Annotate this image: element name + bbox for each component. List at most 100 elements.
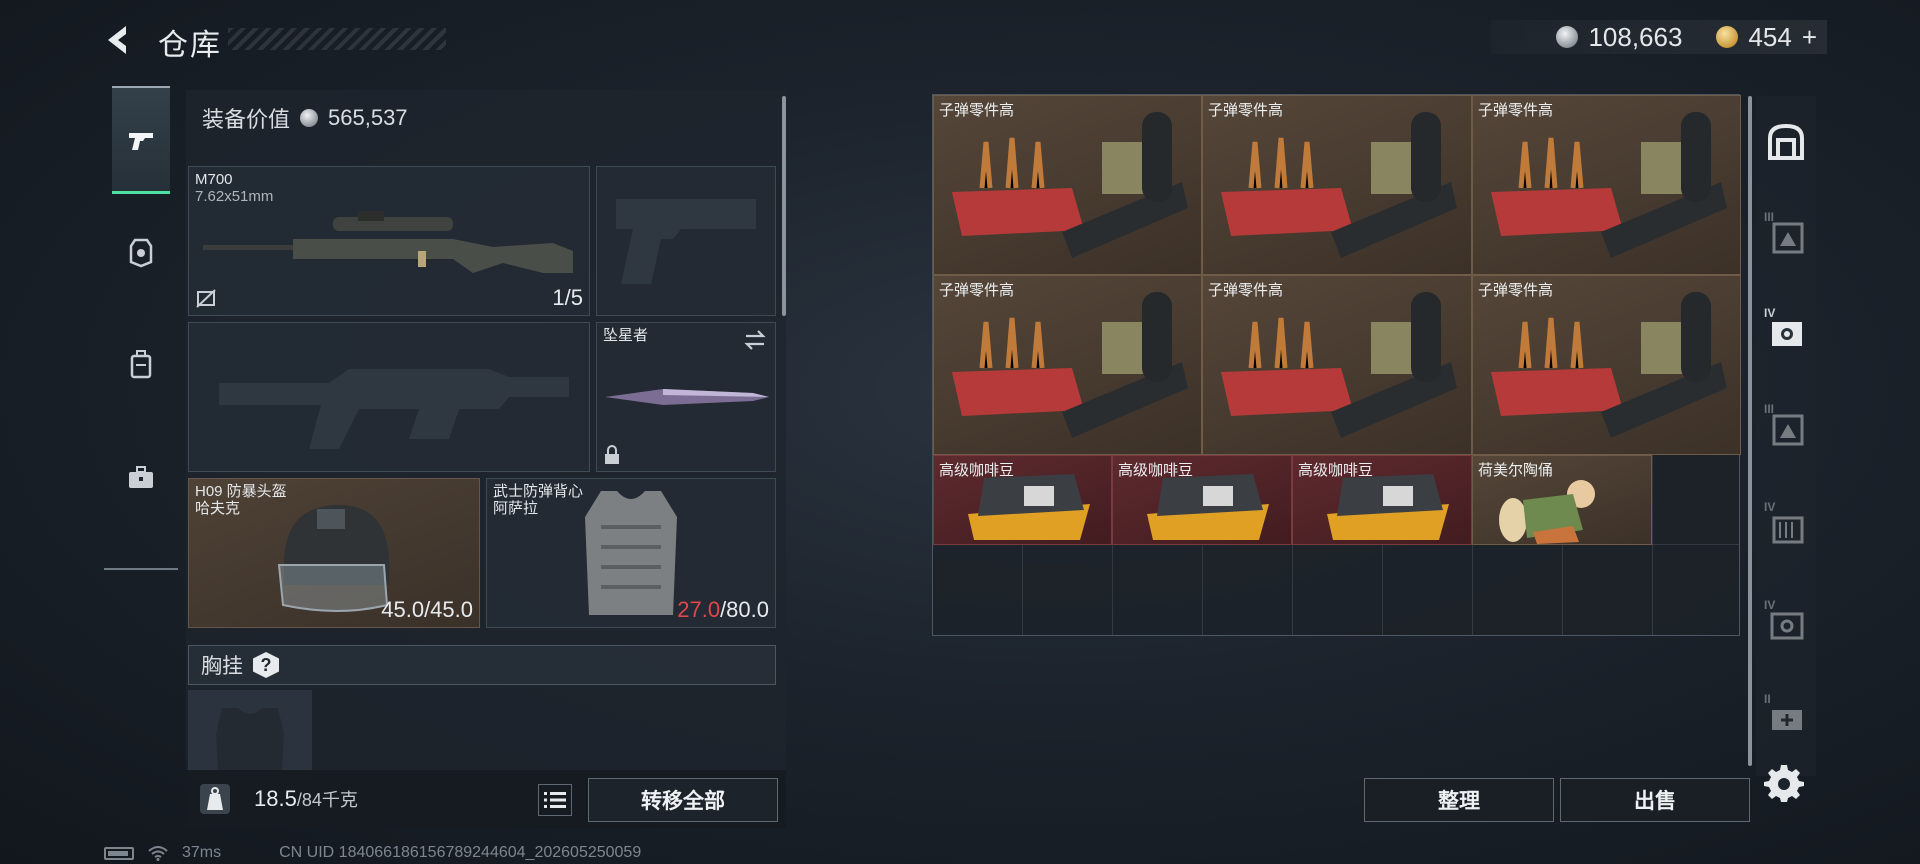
title-stripe-decoration — [228, 28, 446, 50]
page-title: 仓库 — [158, 29, 222, 62]
equipment-value-label: 装备价值 — [202, 107, 291, 132]
silver-currency-value: 108,663 — [1588, 21, 1683, 52]
helmet-slot[interactable]: H09 防暴头盔 哈夫克 45.0/45.0 — [188, 478, 480, 628]
carry-weight-max: /84千克 — [296, 790, 358, 810]
silver-coin-icon — [1556, 26, 1579, 48]
storage-scrollbar[interactable] — [1748, 96, 1752, 766]
helmet-durability: 45.0/45.0 — [381, 597, 473, 622]
storage-item-ammo-parts[interactable]: 子弹零件高 — [1202, 275, 1472, 455]
category-safe-iv-b[interactable]: IV — [1764, 598, 1808, 646]
list-icon — [544, 792, 566, 808]
coffee-bag-image — [1327, 474, 1449, 540]
tier-label: II — [1764, 692, 1771, 706]
add-currency-button[interactable]: + — [1802, 22, 1817, 53]
storage-item-ammo-parts[interactable]: 子弹零件高 — [933, 275, 1202, 455]
category-vault[interactable] — [1764, 120, 1808, 164]
storage-category-rail: III IV III IV IV II — [1756, 96, 1816, 776]
storage-grid: 子弹零件高 子弹零件高 子弹零件高 子弹零件高 子弹零件高 子弹零件高 高级咖啡… — [932, 94, 1741, 636]
back-arrow-icon[interactable] — [100, 20, 140, 60]
helmet-brand: 哈夫克 — [195, 500, 241, 517]
equipment-value-row: 装备价值 565,537 — [202, 102, 408, 134]
storage-item-ammo-parts[interactable]: 子弹零件高 — [1202, 95, 1472, 275]
category-crate-iv[interactable]: IV — [1764, 500, 1808, 548]
tier-label: III — [1764, 402, 1775, 416]
pistol-silhouette-icon — [616, 199, 756, 284]
tier-label: IV — [1764, 500, 1776, 514]
item-label: 子弹零件高 — [1478, 282, 1554, 299]
backpack-icon — [130, 350, 152, 379]
tab-armor[interactable] — [112, 198, 170, 306]
category-safe-iv[interactable]: IV — [1764, 306, 1808, 354]
storage-item-ammo-parts[interactable]: 子弹零件高 — [933, 95, 1202, 275]
item-label: 荷美尔陶俑 — [1478, 462, 1554, 479]
armor-icon — [129, 238, 153, 268]
ammo-parts-image — [1491, 112, 1727, 258]
rifle-silhouette-icon — [219, 369, 569, 449]
melee-slot[interactable]: 坠星者 — [596, 322, 776, 472]
uid-text: CN UID 1840661861567892446​04_2026052500… — [279, 844, 642, 861]
ammo-parts-image — [1221, 112, 1457, 258]
tab-backpack[interactable] — [112, 310, 170, 418]
chest-rig-header: 胸挂 ? — [188, 645, 776, 685]
silver-coin-icon — [300, 109, 319, 127]
sniper-rifle-image — [203, 211, 573, 273]
ammo-count: 1/5 — [552, 285, 583, 310]
primary-weapon-slot[interactable]: M700 7.62x51mm 1/5 — [188, 166, 590, 316]
coffee-bag-image — [968, 474, 1090, 540]
knife-image — [605, 389, 769, 405]
vault-icon — [1768, 123, 1804, 160]
weapon-name: M700 — [195, 171, 233, 188]
category-container-iii-b[interactable]: III — [1764, 402, 1808, 450]
chest-rig-label: 胸挂 — [201, 655, 243, 678]
help-icon[interactable]: ? — [253, 652, 279, 678]
equipment-value: 565,537 — [328, 105, 408, 130]
pistol-slot-empty[interactable] — [596, 166, 776, 316]
item-label: 子弹零件高 — [939, 102, 1015, 119]
gold-currency-value: 454 — [1748, 21, 1792, 52]
coffee-bag-image — [1147, 474, 1269, 540]
category-container-iii[interactable]: III — [1764, 210, 1808, 258]
armor-name: 武士防弹背心 — [493, 483, 584, 500]
battery-icon — [104, 846, 134, 860]
sort-button[interactable]: 整理 — [1364, 778, 1554, 822]
armor-durability-max: /80.0 — [720, 597, 769, 622]
body-armor-slot[interactable]: 武士防弹背心 阿萨拉 27.0/80.0 — [486, 478, 776, 628]
armor-durability-current: 27.0 — [677, 597, 721, 622]
carry-weight-value: 18.5 — [254, 786, 297, 811]
weight-icon — [200, 784, 230, 814]
gear-icon[interactable] — [1764, 764, 1804, 804]
vest-silhouette-icon — [216, 708, 284, 770]
item-label: 子弹零件高 — [1208, 282, 1284, 299]
storage-item-ammo-parts[interactable]: 子弹零件高 — [1472, 275, 1741, 455]
chest-rig-slot-empty[interactable] — [188, 690, 312, 780]
figurine-image — [1499, 480, 1595, 544]
tab-weapons[interactable] — [112, 86, 170, 194]
tier-label: III — [1764, 210, 1775, 224]
ammo-parts-image — [1491, 292, 1727, 438]
loadout-scrollbar[interactable] — [782, 96, 786, 316]
item-label: 子弹零件高 — [939, 282, 1015, 299]
sell-button[interactable]: 出售 — [1560, 778, 1750, 822]
tier-label: IV — [1764, 306, 1776, 320]
item-label: 子弹零件高 — [1478, 102, 1554, 119]
armor-durability: 27.0/80.0 — [677, 597, 769, 623]
pistol-icon — [129, 132, 153, 150]
storage-item-coffee-beans[interactable]: 高级咖啡豆 — [1292, 455, 1472, 545]
melee-name: 坠星者 — [603, 327, 649, 344]
storage-item-ammo-parts[interactable]: 子弹零件高 — [1472, 95, 1741, 275]
tab-case[interactable] — [112, 424, 170, 532]
category-medkit[interactable]: II — [1764, 692, 1808, 740]
storage-item-coffee-beans[interactable]: 高级咖啡豆 — [933, 455, 1112, 545]
ping-value: 37ms — [182, 844, 222, 861]
loadout-bottom-bar: 18.5/84千克 转移全部 — [186, 770, 786, 828]
list-view-button[interactable] — [538, 784, 572, 816]
ammo-parts-image — [952, 112, 1188, 258]
swap-icon[interactable] — [743, 329, 767, 351]
briefcase-icon — [129, 466, 153, 488]
riot-helmet-image — [277, 505, 389, 612]
secondary-weapon-slot-empty[interactable] — [188, 322, 590, 472]
storage-item-figurine[interactable]: 荷美尔陶俑 — [1472, 455, 1652, 545]
item-label: 高级咖啡豆 — [1298, 462, 1374, 479]
storage-item-coffee-beans[interactable]: 高级咖啡豆 — [1112, 455, 1292, 545]
transfer-all-button[interactable]: 转移全部 — [588, 778, 778, 822]
